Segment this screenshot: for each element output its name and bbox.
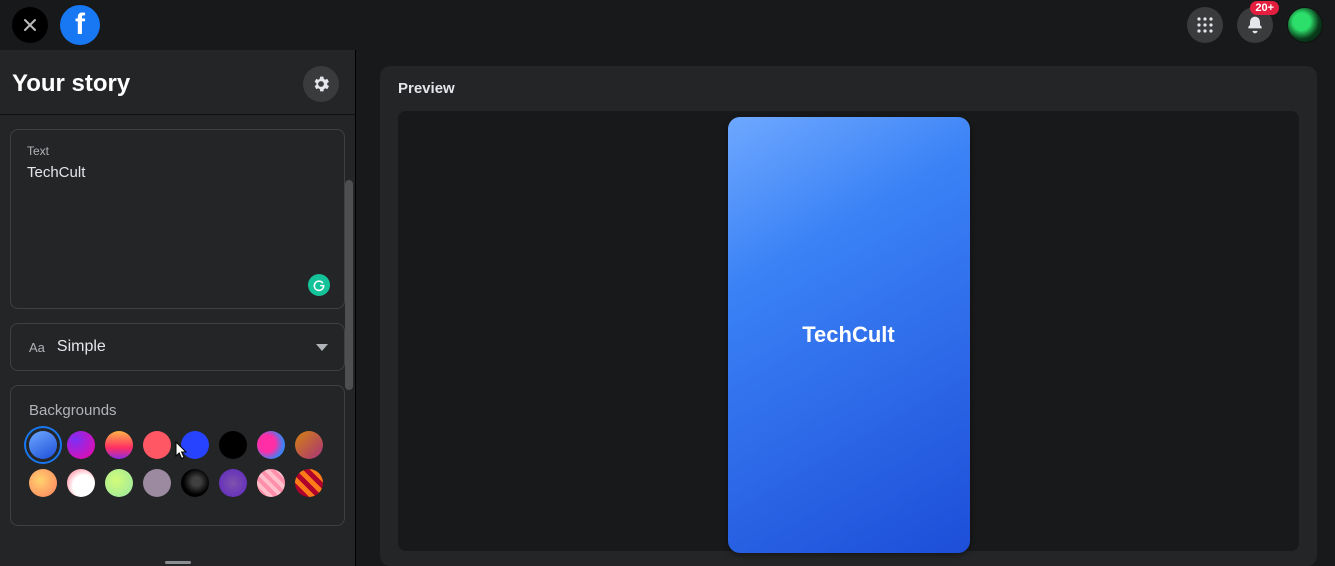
resize-grip[interactable] bbox=[165, 561, 191, 564]
background-swatch-orange-check[interactable] bbox=[295, 469, 323, 497]
account-avatar[interactable] bbox=[1287, 7, 1323, 43]
sidebar-title: Your story bbox=[12, 70, 130, 98]
main-area: Preview TechCult bbox=[356, 50, 1335, 566]
divider bbox=[0, 114, 355, 115]
chevron-down-icon bbox=[316, 344, 328, 351]
backgrounds-title: Backgrounds bbox=[29, 402, 326, 419]
swatch-row-2 bbox=[29, 469, 326, 497]
bell-icon bbox=[1245, 15, 1265, 35]
background-swatch-white-pink[interactable] bbox=[67, 469, 95, 497]
grid-icon bbox=[1196, 16, 1214, 34]
text-field-value: TechCult bbox=[27, 164, 328, 181]
backgrounds-panel: Backgrounds bbox=[10, 385, 345, 526]
background-swatch-magenta-blob[interactable] bbox=[257, 431, 285, 459]
background-swatch-peach[interactable] bbox=[29, 469, 57, 497]
story-sidebar: Your story Text TechCult Aa Simple Backg… bbox=[0, 50, 356, 566]
preview-stage: TechCult bbox=[398, 111, 1299, 551]
close-button[interactable] bbox=[12, 7, 48, 43]
close-icon bbox=[22, 17, 38, 33]
grammarly-icon bbox=[312, 278, 326, 292]
font-style-select[interactable]: Aa Simple bbox=[10, 323, 345, 371]
background-swatch-sunset[interactable] bbox=[105, 431, 133, 459]
notification-badge: 20+ bbox=[1250, 1, 1279, 15]
story-settings-button[interactable] bbox=[303, 66, 339, 102]
menu-button[interactable] bbox=[1187, 7, 1223, 43]
background-swatch-blue-gradient[interactable] bbox=[29, 431, 57, 459]
header-right: 20+ bbox=[1187, 7, 1323, 43]
swatch-row-1 bbox=[29, 431, 326, 459]
background-swatch-mauve[interactable] bbox=[143, 469, 171, 497]
text-field-label: Text bbox=[27, 144, 328, 158]
font-style-value: Simple bbox=[57, 338, 106, 356]
notifications-button[interactable]: 20+ bbox=[1237, 7, 1273, 43]
background-swatch-purple-pink[interactable] bbox=[67, 431, 95, 459]
background-swatch-dusk[interactable] bbox=[295, 431, 323, 459]
story-text-input[interactable]: Text TechCult bbox=[10, 129, 345, 309]
background-swatch-coral[interactable] bbox=[143, 431, 171, 459]
gear-icon bbox=[311, 74, 331, 94]
preview-label: Preview bbox=[398, 80, 1299, 97]
facebook-logo[interactable]: f bbox=[60, 5, 100, 45]
app-header: f 20+ bbox=[0, 0, 1335, 50]
background-swatch-pink-stripe[interactable] bbox=[257, 469, 285, 497]
background-swatch-lime[interactable] bbox=[105, 469, 133, 497]
background-swatch-black[interactable] bbox=[219, 431, 247, 459]
sidebar-scrollbar[interactable] bbox=[345, 180, 353, 390]
sidebar-header: Your story bbox=[0, 50, 355, 114]
story-canvas-text: TechCult bbox=[802, 322, 894, 348]
preview-panel: Preview TechCult bbox=[380, 66, 1317, 566]
header-left: f bbox=[12, 5, 100, 45]
grammarly-button[interactable] bbox=[308, 274, 330, 296]
background-swatch-violet[interactable] bbox=[219, 469, 247, 497]
background-swatch-royal-blue[interactable] bbox=[181, 431, 209, 459]
background-swatch-black-marble[interactable] bbox=[181, 469, 209, 497]
font-icon: Aa bbox=[29, 340, 45, 355]
story-canvas: TechCult bbox=[728, 117, 970, 553]
